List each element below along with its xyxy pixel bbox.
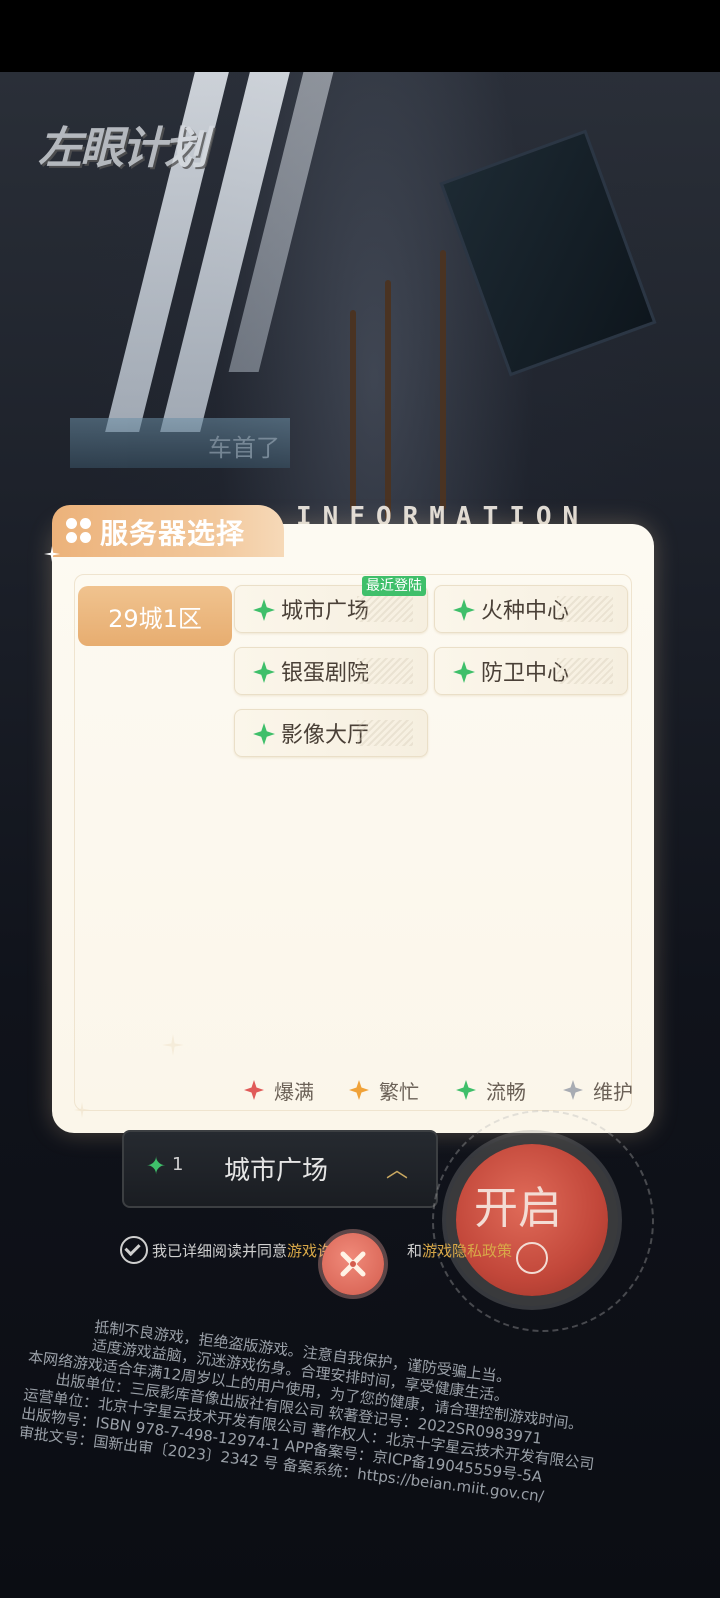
handrail xyxy=(440,250,446,510)
privacy-policy-link[interactable]: 游戏隐私政策 xyxy=(422,1242,512,1260)
sparkle-icon xyxy=(162,1034,184,1056)
dialog-title: 服务器选择 xyxy=(100,517,246,550)
legend-label: 爆满 xyxy=(274,1080,314,1104)
status-bar xyxy=(0,0,720,72)
server-button-silver-egg-theater[interactable]: 银蛋剧院 xyxy=(234,647,428,695)
server-name: 防卫中心 xyxy=(481,661,570,686)
legend-maintenance: 维护 xyxy=(563,1076,653,1104)
grid-icon xyxy=(66,518,92,544)
region-tab-29-city-1[interactable]: 29城1区 xyxy=(78,586,232,646)
close-dialog-button[interactable] xyxy=(322,1233,384,1295)
server-name: 城市广场 xyxy=(281,599,370,624)
status-full-icon xyxy=(244,1080,264,1100)
status-busy-icon xyxy=(349,1080,369,1100)
play-icon xyxy=(516,1242,548,1274)
legend-label: 维护 xyxy=(593,1080,633,1104)
legend-smooth: 流畅 xyxy=(456,1076,546,1104)
server-name: 火种中心 xyxy=(481,599,570,624)
server-button-image-hall[interactable]: 影像大厅 xyxy=(234,709,428,757)
handrail xyxy=(350,310,356,510)
start-button[interactable]: 开启 xyxy=(456,1144,608,1296)
status-smooth-icon: ✦ xyxy=(146,1152,167,1180)
status-smooth-icon xyxy=(453,599,475,621)
status-maintenance-icon xyxy=(563,1080,583,1100)
close-icon xyxy=(340,1251,366,1277)
status-smooth-icon xyxy=(253,723,275,745)
consent-prefix: 我已详细阅读并同意 xyxy=(152,1242,288,1260)
status-smooth-icon xyxy=(253,599,275,621)
selected-server-name: 城市广场 xyxy=(224,1156,329,1186)
handrail xyxy=(385,280,391,520)
consent-checkbox[interactable] xyxy=(120,1236,148,1264)
server-name: 影像大厅 xyxy=(281,723,370,748)
consent-mid: 和 xyxy=(407,1242,423,1260)
legend-label: 繁忙 xyxy=(379,1080,419,1104)
recent-login-badge: 最近登陆 xyxy=(362,576,426,596)
server-name: 银蛋剧院 xyxy=(281,661,370,686)
legend-full: 爆满 xyxy=(244,1076,334,1104)
status-smooth-icon xyxy=(453,661,475,683)
chevron-up-icon: ︿ xyxy=(385,1158,408,1183)
legend-label: 流畅 xyxy=(486,1080,526,1104)
server-button-defense-center[interactable]: 防卫中心 xyxy=(434,647,628,695)
game-logo: 左眼计划 xyxy=(38,123,208,174)
legend-busy: 繁忙 xyxy=(349,1076,439,1104)
start-button-label: 开启 xyxy=(474,1183,562,1234)
station-sign: 车首了 xyxy=(70,418,290,468)
status-smooth-icon xyxy=(253,661,275,683)
selected-server-box[interactable]: ✦ 1 城市广场 ︿ xyxy=(122,1130,438,1208)
station-sign-text: 车首了 xyxy=(208,434,280,462)
server-button-spark-center[interactable]: 火种中心 xyxy=(434,585,628,633)
status-smooth-icon xyxy=(456,1080,476,1100)
selected-server-number: 1 xyxy=(172,1154,184,1175)
sparkle-icon xyxy=(44,546,60,562)
sparkle-icon xyxy=(74,1102,90,1118)
